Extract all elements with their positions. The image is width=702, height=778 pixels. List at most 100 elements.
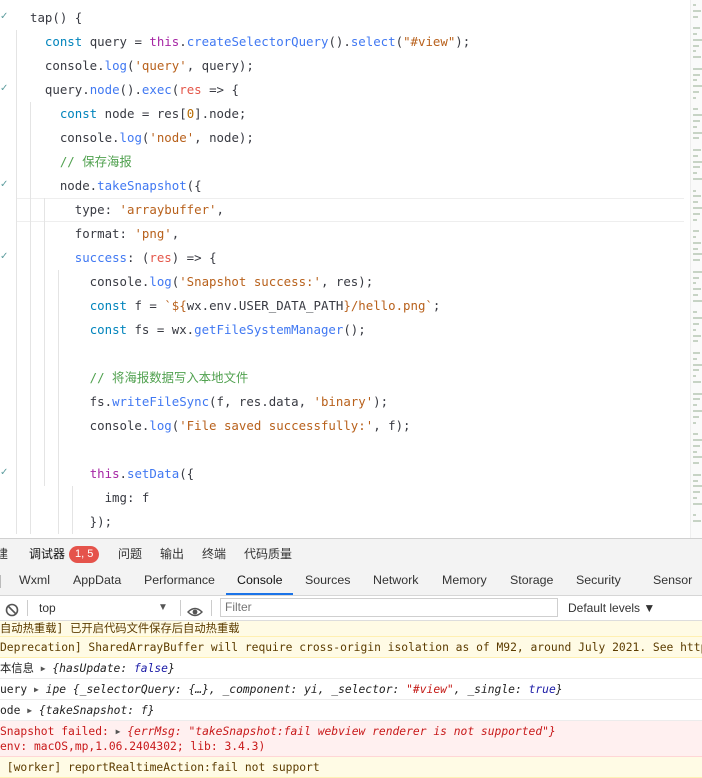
minimap-line — [693, 27, 700, 30]
code-token: ; — [432, 298, 441, 313]
tab-security[interactable]: Security — [576, 568, 621, 595]
code-token: writeFileSync — [112, 394, 210, 409]
code-token: , res); — [320, 274, 374, 289]
code-token: fs = wx. — [127, 322, 195, 337]
code-token: tap() { — [30, 10, 83, 25]
code-line[interactable]: const node = res[0].node; — [0, 102, 690, 126]
code-line[interactable]: // 将海报数据写入本地文件 — [0, 366, 690, 390]
tab-memory[interactable]: Memory — [442, 568, 487, 595]
code-line[interactable]: const f = `${wx.env.USER_DATA_PATH}/hell… — [0, 294, 690, 318]
code-line[interactable]: query.node().exec(res => { — [0, 78, 690, 102]
minimap-line — [693, 392, 702, 395]
tab-code-quality[interactable]: 代码质量 — [244, 539, 292, 569]
code-line-content: console.log('node', node); — [0, 130, 254, 145]
minimap-line — [693, 259, 700, 262]
console-token: : — [120, 662, 134, 675]
tab-wxml[interactable]: Wxml — [19, 568, 50, 595]
code-editor[interactable]: tap() { ✓ const query = this.createSelect… — [0, 0, 702, 538]
minimap-line — [693, 149, 701, 151]
clear-console-icon[interactable] — [5, 601, 19, 617]
toolbar-divider — [27, 600, 28, 616]
minimap-line — [693, 375, 696, 378]
console-token: ipe {_selectorQuery: {…}, _component: yi… — [38, 683, 407, 696]
code-token: , — [171, 226, 180, 241]
tab-debugger[interactable]: 调试器 1, 5 — [29, 539, 100, 569]
code-line[interactable] — [0, 342, 690, 366]
code-token: (); — [343, 322, 366, 337]
code-token: wx.env.USER_DATA_PATH — [186, 298, 344, 313]
console-warning-message[interactable]: 自动热重载] 已开启代码文件保存后自动热重载 — [0, 621, 702, 637]
code-line[interactable]: type: 'arraybuffer', — [16, 198, 684, 222]
code-line[interactable]: img: f — [0, 486, 690, 510]
code-line[interactable]: console.log('Snapshot success:', res); — [0, 270, 690, 294]
code-token: , f); — [373, 418, 411, 433]
code-line[interactable]: this.setData({ — [0, 462, 690, 486]
console-log-message[interactable]: uery ▶ ipe {_selectorQuery: {…}, _compon… — [0, 679, 702, 700]
code-token: console. — [30, 130, 120, 145]
log-levels-dropdown[interactable]: Default levels ▼ — [568, 596, 655, 620]
code-line[interactable]: fs.writeFileSync(f, res.data, 'binary'); — [0, 390, 690, 414]
code-line[interactable]: format: 'png', — [0, 222, 690, 246]
code-token: select — [350, 34, 396, 49]
minimap-line — [693, 381, 701, 383]
code-line[interactable]: console.log('query', query); — [0, 54, 690, 78]
console-filter-input[interactable] — [220, 598, 558, 617]
code-line[interactable]: // 保存海报 — [0, 150, 690, 174]
minimap-line — [693, 241, 701, 244]
code-line[interactable]: const query = this.createSelectorQuery()… — [0, 30, 690, 54]
tab-terminal[interactable]: 终端 — [202, 539, 226, 569]
tab-network[interactable]: Network — [373, 568, 418, 595]
code-line[interactable]: const fs = wx.getFileSystemManager(); — [0, 318, 690, 342]
context-select[interactable]: top — [39, 596, 56, 620]
tab-appdata[interactable]: AppData — [73, 568, 121, 595]
console-warning-message[interactable]: [worker] reportRealtimeAction:fail not s… — [0, 757, 702, 778]
code-line[interactable]: tap() { — [0, 6, 690, 30]
code-token: query = — [82, 34, 150, 49]
code-line[interactable]: success: (res) => { — [0, 246, 690, 270]
code-token: `${ — [164, 298, 187, 313]
code-line[interactable] — [0, 438, 690, 462]
minimap-line — [693, 363, 702, 366]
tab-problems[interactable]: 问题 — [118, 539, 142, 569]
code-token: console. — [30, 274, 150, 289]
tab-console[interactable]: Console — [226, 568, 294, 595]
context-dropdown-icon[interactable]: ▼ — [158, 596, 168, 620]
code-token: takeSnapshot — [97, 178, 187, 193]
eye-icon[interactable] — [187, 602, 203, 617]
console-token: {errMsg: "takeSnapshot:fail webview rend… — [120, 725, 556, 738]
console-log-message[interactable]: 本信息 ▶ {hasUpdate: false} — [0, 658, 702, 679]
tab-sources[interactable]: Sources — [305, 568, 350, 595]
code-line[interactable]: console.log('node', node); — [0, 126, 690, 150]
console-token: [worker] reportRealtimeAction:fail not s… — [0, 761, 320, 774]
gutter-check-icon: ✓ — [0, 251, 9, 262]
code-line[interactable]: console.log('File saved successfully:', … — [0, 414, 690, 438]
code-token: 'File saved successfully:' — [179, 418, 374, 433]
console-error-message[interactable]: Snapshot failed: ▶ {errMsg: "takeSnapsho… — [0, 721, 702, 757]
minimap-line — [693, 485, 702, 488]
code-token: ({ — [179, 466, 195, 481]
tab-performance[interactable]: Performance — [144, 568, 215, 595]
minimap-line — [693, 502, 702, 505]
tab-storage[interactable]: Storage — [510, 568, 553, 595]
console-token: 自动热重载] 已开启代码文件保存后自动热重载 — [0, 622, 240, 635]
code-line[interactable]: }); — [0, 510, 690, 534]
minimap-line — [693, 73, 700, 76]
minimap-line — [693, 444, 700, 447]
minimap-line — [693, 294, 698, 296]
code-line-content — [0, 442, 30, 457]
console-log-message[interactable]: ode ▶ {takeSnapshot: f} — [0, 700, 702, 721]
code-token: , query); — [186, 58, 254, 73]
code-line[interactable]: node.takeSnapshot({ — [0, 174, 690, 198]
tab-build[interactable]: 建 — [0, 539, 8, 569]
indent-guide — [58, 270, 59, 534]
tab-sensor[interactable]: Sensor — [653, 568, 692, 595]
console-message-text: Deprecation] SharedArrayBuffer will requ… — [0, 637, 702, 657]
devtools-tab-bar: Wxml AppData Performance Console Sources… — [0, 568, 702, 596]
tab-output[interactable]: 输出 — [160, 539, 184, 569]
console-message-text: [worker] reportRealtimeAction:fail not s… — [0, 757, 702, 777]
code-token: const — [89, 322, 127, 337]
console-warning-message[interactable]: Deprecation] SharedArrayBuffer will requ… — [0, 637, 702, 658]
console-message-text: Snapshot failed: ▶ {errMsg: "takeSnapsho… — [0, 724, 702, 739]
